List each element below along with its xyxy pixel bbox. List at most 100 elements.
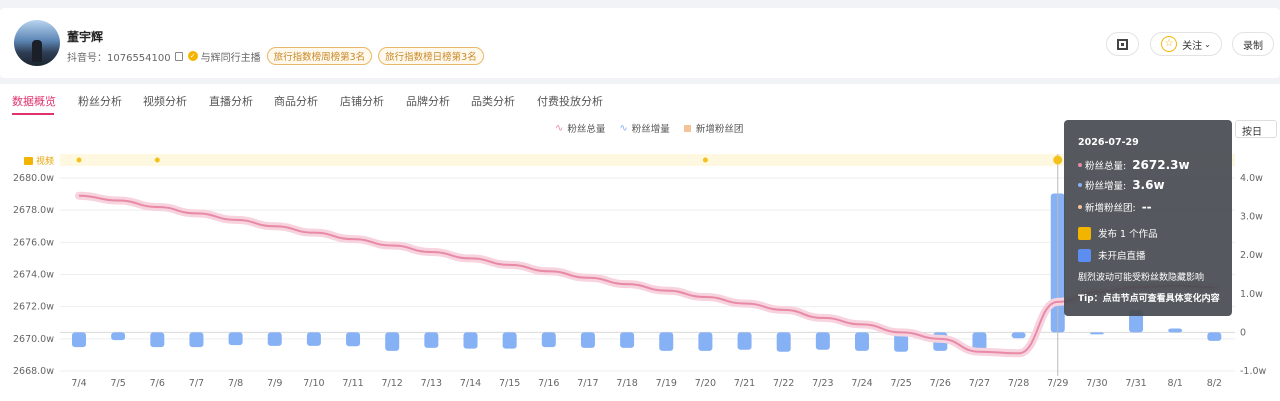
x-tick-label: 7/6: [150, 378, 165, 389]
tooltip-note: 剧烈波动可能受粉丝数隐藏影响: [1078, 273, 1205, 283]
x-tick-label: 7/29: [1047, 378, 1068, 389]
y-left-tick-label: 2676.0w: [13, 237, 54, 248]
qr-code-button[interactable]: [1106, 32, 1139, 56]
douyin-id: 抖音号：1076554100: [67, 52, 171, 64]
record-label: 录制: [1243, 40, 1263, 52]
increase-bar: [111, 332, 126, 341]
x-tick-label: 7/12: [382, 378, 403, 389]
x-tick-label: 8/1: [1168, 378, 1183, 389]
increase-bar: [855, 332, 869, 351]
y-right-tick-label: 1.0w: [1240, 289, 1263, 300]
y-left-tick-label: 2678.0w: [13, 205, 54, 216]
y-left-tick-label: 2680.0w: [13, 173, 54, 184]
x-tick-label: 7/13: [421, 378, 442, 389]
copy-icon[interactable]: [174, 51, 183, 61]
y-right-tick-label: -1.0w: [1240, 366, 1267, 377]
increase-bar: [72, 332, 86, 348]
increase-bar: [698, 332, 713, 351]
series-dot: [1078, 183, 1082, 187]
x-tick-label: 8/2: [1207, 378, 1222, 389]
tab-paid-ads[interactable]: 付费投放分析: [537, 93, 603, 109]
increase-bar: [346, 332, 361, 347]
increase-bar: [385, 332, 400, 351]
increase-bar: [776, 332, 791, 352]
tooltip-tip: Tip：点击节点可查看具体变化内容: [1078, 294, 1220, 304]
profile-header: 董宇辉 抖音号：1076554100 ✓ 与辉同行主播 旅行指数榜周榜第3名 旅…: [0, 8, 1280, 78]
increase-bar: [424, 332, 439, 348]
increase-bar: [1207, 332, 1222, 341]
x-tick-label: 7/8: [228, 378, 243, 389]
x-tick-label: 7/27: [969, 378, 990, 389]
x-tick-label: 7/7: [189, 378, 204, 389]
tooltip-fan-group-value: --: [1141, 200, 1152, 214]
tab-live[interactable]: 直播分析: [209, 93, 253, 109]
x-tick-label: 7/30: [1086, 378, 1107, 389]
video-marker: [76, 157, 82, 163]
x-tick-label: 7/5: [111, 378, 126, 389]
video-row-label: 视频: [24, 154, 54, 167]
video-marker: [702, 157, 708, 163]
increase-bar: [1089, 332, 1104, 335]
avatar[interactable]: [14, 20, 60, 66]
rank-tag-weekly[interactable]: 旅行指数榜周榜第3名: [266, 47, 373, 65]
star-icon: ☆: [1161, 36, 1178, 52]
x-tick-label: 7/16: [538, 378, 559, 389]
y-right-tick-label: 2.0w: [1240, 250, 1263, 261]
relation-label: 与辉同行主播: [200, 52, 261, 64]
tab-fans[interactable]: 粉丝分析: [78, 93, 122, 109]
increase-bar: [541, 332, 556, 348]
tooltip-total-row: 粉丝总量: 2672.3w: [1078, 158, 1190, 172]
x-tick-label: 7/15: [499, 378, 520, 389]
x-tick-label: 7/18: [616, 378, 637, 389]
x-tick-label: 7/21: [734, 378, 755, 389]
y-right-tick-label: 4.0w: [1240, 173, 1263, 184]
tab-brands[interactable]: 品牌分析: [406, 93, 450, 109]
x-tick-label: 7/23: [812, 378, 833, 389]
x-tick-label: 7/20: [695, 378, 716, 389]
video-icon: [24, 156, 33, 165]
page: 董宇辉 抖音号：1076554100 ✓ 与辉同行主播 旅行指数榜周榜第3名 旅…: [0, 0, 1280, 401]
y-right-tick-label: 0: [1240, 327, 1246, 338]
increase-bar: [306, 332, 321, 346]
chevron-down-icon: ⌄: [1204, 39, 1211, 49]
follow-button[interactable]: ☆ 关注 ⌄: [1150, 32, 1222, 56]
increase-bar: [1168, 328, 1183, 333]
profile-subline: 抖音号：1076554100 ✓ 与辉同行主播 旅行指数榜周榜第3名 旅行指数榜…: [67, 47, 484, 65]
increase-bar: [463, 332, 478, 349]
rank-tag-daily[interactable]: 旅行指数榜日榜第3名: [378, 47, 484, 65]
increase-bar: [659, 332, 674, 351]
y-left-tick-label: 2674.0w: [13, 270, 54, 281]
tab-video[interactable]: 视频分析: [143, 93, 187, 109]
follow-label: 关注: [1182, 40, 1203, 52]
tab-stores[interactable]: 店铺分析: [340, 93, 384, 109]
x-tick-label: 7/10: [303, 378, 324, 389]
video-marker: [154, 157, 160, 163]
x-tick-label: 7/24: [851, 378, 872, 389]
y-left-tick-label: 2670.0w: [13, 334, 54, 345]
x-tick-label: 7/19: [656, 378, 677, 389]
x-tick-label: 7/4: [71, 378, 86, 389]
tab-categories[interactable]: 品类分析: [471, 93, 515, 109]
x-tick-label: 7/31: [1125, 378, 1146, 389]
record-button[interactable]: 录制: [1232, 32, 1274, 56]
video-marker: [1053, 155, 1063, 165]
tooltip-increase-row: 粉丝增量: 3.6w: [1078, 178, 1165, 192]
increase-bar: [737, 332, 752, 350]
increase-bar: [502, 332, 517, 349]
tooltip-fan-group-row: 新增粉丝团: --: [1078, 200, 1152, 214]
tooltip-total-value: 2672.3w: [1132, 158, 1190, 172]
tab-overview[interactable]: 数据概览: [12, 93, 56, 109]
x-tick-label: 7/26: [930, 378, 951, 389]
analysis-tabs: 数据概览 粉丝分析 视频分析 直播分析 商品分析 店铺分析 品牌分析 品类分析 …: [0, 84, 1280, 116]
x-tick-label: 7/28: [1008, 378, 1029, 389]
x-tick-label: 7/14: [460, 378, 481, 389]
tab-products[interactable]: 商品分析: [274, 93, 318, 109]
increase-bar: [228, 332, 243, 346]
x-tick-label: 7/22: [773, 378, 794, 389]
increase-bar: [150, 332, 165, 348]
live-icon: [1078, 248, 1091, 262]
qr-code-icon: [1117, 38, 1128, 50]
x-tick-label: 7/9: [267, 378, 282, 389]
increase-bar: [580, 332, 595, 348]
y-right-tick-label: 3.0w: [1240, 212, 1263, 223]
